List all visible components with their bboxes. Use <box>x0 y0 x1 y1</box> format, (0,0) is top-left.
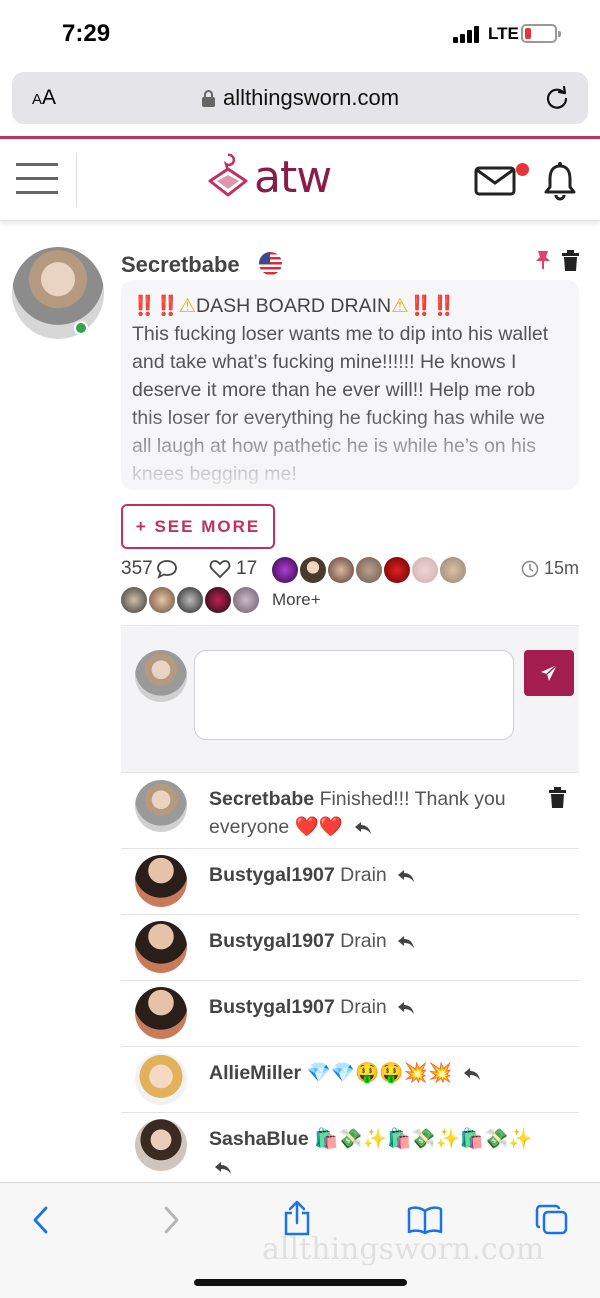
lock-icon <box>202 89 215 107</box>
post-title: ‼️‼️⚠DASH BOARD DRAIN⚠‼️‼️ <box>132 295 456 317</box>
comment-item: Bustygal1907 Drain <box>121 849 579 915</box>
us-flag-icon <box>259 252 282 275</box>
liker-avatars-row-2 <box>121 587 259 613</box>
battery-icon <box>521 24 561 43</box>
comment-item: Bustygal1907 Drain <box>121 981 579 1047</box>
reply-icon[interactable] <box>213 1160 233 1176</box>
text-size-button[interactable]: AA <box>32 86 56 110</box>
post-body-text: This fucking loser wants me to dip into … <box>132 323 549 485</box>
see-more-button[interactable]: + SEE MORE <box>121 504 275 549</box>
commenter-avatar[interactable] <box>135 780 187 832</box>
comment-count[interactable]: 357 <box>121 558 178 580</box>
comment-text: Bustygal1907 Drain <box>209 861 539 889</box>
signal-icon <box>453 26 483 43</box>
comment-input[interactable] <box>194 650 514 740</box>
reply-icon[interactable] <box>462 1066 482 1082</box>
mail-icon[interactable] <box>474 166 516 196</box>
delete-post-icon[interactable] <box>562 250 579 271</box>
commenter-name[interactable]: AllieMiller <box>209 1062 301 1084</box>
comment-icon <box>156 560 177 579</box>
comment-item: Secretbabe Finished!!! Thank you everyon… <box>121 773 579 849</box>
like-count[interactable]: 17 <box>209 558 257 580</box>
liker-avatar[interactable] <box>121 587 147 613</box>
comment-item: Bustygal1907 Drain <box>121 915 579 981</box>
comment-item: SashaBlue 🛍️💸✨🛍️💸✨🛍️💸✨ <box>121 1113 579 1182</box>
site-logo[interactable]: atw <box>206 151 332 203</box>
comment-text: Bustygal1907 Drain <box>209 927 539 955</box>
menu-icon[interactable] <box>16 161 58 195</box>
commenter-avatar[interactable] <box>135 1119 187 1171</box>
reply-icon[interactable] <box>353 820 373 836</box>
watermark: allthingsworn.com <box>262 1232 545 1267</box>
address-bar[interactable]: AA allthingsworn.com <box>12 72 588 124</box>
network-label: LTE <box>488 24 519 43</box>
delete-comment-icon[interactable] <box>549 787 566 808</box>
comment-text: AllieMiller 💎💎🤑🤑💥💥 <box>209 1059 539 1087</box>
warning-icon: ⚠ <box>178 295 197 317</box>
warning-icon: ⚠ <box>391 295 409 317</box>
clock-icon <box>521 560 539 577</box>
liker-avatar[interactable] <box>233 587 259 613</box>
header-divider <box>76 153 77 207</box>
back-icon[interactable] <box>30 1205 52 1235</box>
author-avatar[interactable] <box>12 247 104 339</box>
url-text: allthingsworn.com <box>223 85 400 110</box>
site-header: atw <box>0 139 600 221</box>
status-bar: 7:29 LTE <box>0 0 600 68</box>
url-field[interactable]: allthingsworn.com <box>202 85 399 111</box>
commenter-avatar[interactable] <box>135 987 187 1039</box>
liker-avatar[interactable] <box>177 587 203 613</box>
liker-avatar[interactable] <box>205 587 231 613</box>
send-comment-button[interactable] <box>524 650 574 696</box>
online-status-dot <box>74 321 88 335</box>
reply-icon[interactable] <box>396 1000 416 1016</box>
commenter-name[interactable]: Bustygal1907 <box>209 996 335 1018</box>
commenter-name[interactable]: Bustygal1907 <box>209 864 335 886</box>
liker-avatar[interactable] <box>412 557 438 583</box>
status-time: 7:29 <box>62 20 111 47</box>
reply-icon[interactable] <box>396 868 416 884</box>
reload-icon[interactable] <box>544 85 570 111</box>
commenter-name[interactable]: Secretbabe <box>209 788 314 810</box>
comment-text: Secretbabe Finished!!! Thank you everyon… <box>209 788 506 838</box>
commenter-name[interactable]: SashaBlue <box>209 1128 309 1150</box>
liker-avatar[interactable] <box>356 557 382 583</box>
post-time: 15m <box>521 558 579 579</box>
notification-dot <box>516 163 529 176</box>
comment-text: Bustygal1907 Drain <box>209 993 539 1021</box>
liker-avatar[interactable] <box>328 557 354 583</box>
liker-avatar[interactable] <box>272 557 298 583</box>
commenter-name[interactable]: Bustygal1907 <box>209 930 335 952</box>
commenter-avatar[interactable] <box>135 1053 187 1105</box>
bell-icon[interactable] <box>542 161 578 201</box>
liker-avatar[interactable] <box>384 557 410 583</box>
commenter-avatar[interactable] <box>135 855 187 907</box>
liker-avatar[interactable] <box>149 587 175 613</box>
hanger-icon <box>208 153 248 197</box>
commenter-avatar[interactable] <box>135 921 187 973</box>
comment-composer <box>121 625 579 773</box>
more-likers-link[interactable]: More+ <box>272 590 321 610</box>
liker-avatars-row-1 <box>272 557 466 583</box>
logo-text: atw <box>254 151 332 203</box>
home-indicator <box>194 1279 407 1286</box>
paper-plane-icon <box>541 664 558 681</box>
post-content: ‼️‼️⚠DASH BOARD DRAIN⚠‼️‼️ This fucking … <box>121 280 579 490</box>
reply-icon[interactable] <box>396 934 416 950</box>
comment-item: AllieMiller 💎💎🤑🤑💥💥 <box>121 1047 579 1113</box>
pin-icon[interactable] <box>534 249 552 271</box>
forward-icon[interactable] <box>160 1205 182 1235</box>
heart-icon <box>209 560 231 579</box>
comment-text: SashaBlue 🛍️💸✨🛍️💸✨🛍️💸✨ <box>209 1125 539 1181</box>
post-author-name[interactable]: Secretbabe <box>121 252 240 278</box>
current-user-avatar <box>135 650 187 702</box>
liker-avatar[interactable] <box>440 557 466 583</box>
liker-avatar[interactable] <box>300 557 326 583</box>
bookmarks-icon[interactable] <box>406 1205 444 1235</box>
